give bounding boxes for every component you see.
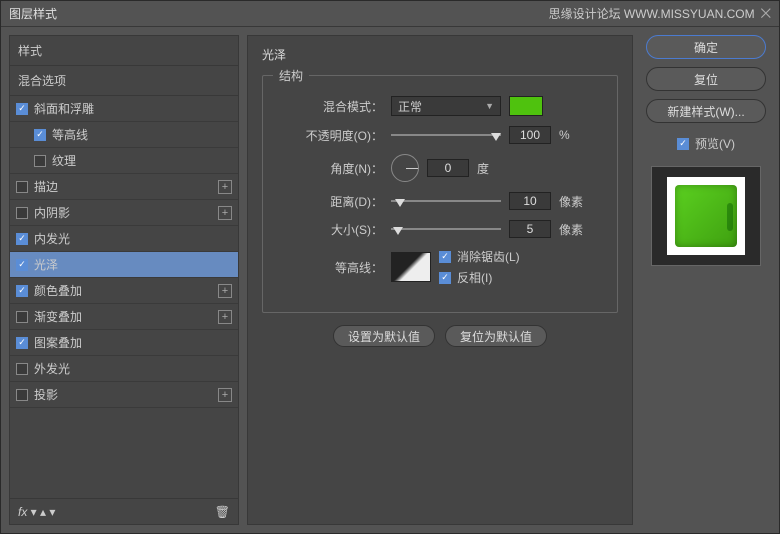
opacity-unit: % xyxy=(559,128,589,142)
style-item-label: 投影 xyxy=(34,386,58,403)
style-item-0[interactable]: ✓ 斜面和浮雕 xyxy=(10,96,238,122)
style-item-label: 渐变叠加 xyxy=(34,308,82,325)
add-icon[interactable]: + xyxy=(218,284,232,298)
new-style-button[interactable]: 新建样式(W)... xyxy=(646,99,766,123)
ok-button[interactable]: 确定 xyxy=(646,35,766,59)
style-item-label: 等高线 xyxy=(52,126,88,143)
distance-label: 距离(D)： xyxy=(273,193,383,210)
preview-thumbnail xyxy=(651,166,761,266)
preview-checkbox[interactable]: ✓ 预览(V) xyxy=(677,135,735,152)
reset-default-button[interactable]: 复位为默认值 xyxy=(445,325,547,347)
size-input[interactable]: 5 xyxy=(509,220,551,238)
invert-checkbox[interactable]: ✓ 反相(I) xyxy=(439,269,520,286)
sidebar-footer: fx ▾ ▴ ▾ 🗑 xyxy=(10,498,238,524)
blend-mode-label: 混合模式： xyxy=(273,98,383,115)
style-item-2[interactable]: 纹理 xyxy=(10,148,238,174)
color-swatch[interactable] xyxy=(509,96,543,116)
close-icon[interactable]: ⨉ xyxy=(761,6,771,22)
styles-sidebar: 样式 混合选项 ✓ 斜面和浮雕 ✓ 等高线纹理描边 + 内阴影 + ✓ 内发光 ✓ 光泽 ✓ 颜色叠加 +… xyxy=(9,35,239,525)
styles-header[interactable]: 样式 xyxy=(10,36,238,66)
contour-picker[interactable] xyxy=(391,252,431,282)
structure-legend: 结构 xyxy=(273,67,309,84)
style-item-5[interactable]: ✓ 内发光 xyxy=(10,226,238,252)
checkbox-icon[interactable]: ✓ xyxy=(34,129,46,141)
style-item-9[interactable]: ✓ 图案叠加 xyxy=(10,330,238,356)
blend-mode-value: 正常 xyxy=(398,98,422,115)
checkbox-icon[interactable] xyxy=(16,363,28,375)
checkbox-icon[interactable] xyxy=(16,181,28,193)
check-icon: ✓ xyxy=(439,272,451,284)
style-item-label: 图案叠加 xyxy=(34,334,82,351)
trash-icon[interactable]: 🗑 xyxy=(215,505,230,519)
size-slider[interactable] xyxy=(391,222,501,236)
checkbox-icon[interactable] xyxy=(16,389,28,401)
add-icon[interactable]: + xyxy=(218,310,232,324)
style-item-label: 内发光 xyxy=(34,230,70,247)
style-item-label: 内阴影 xyxy=(34,204,70,221)
main-area: 样式 混合选项 ✓ 斜面和浮雕 ✓ 等高线纹理描边 + 内阴影 + ✓ 内发光 ✓ 光泽 ✓ 颜色叠加 +… xyxy=(1,27,779,533)
contour-label: 等高线： xyxy=(273,259,383,276)
add-icon[interactable]: + xyxy=(218,388,232,402)
check-icon: ✓ xyxy=(677,138,689,150)
distance-unit: 像素 xyxy=(559,193,589,210)
style-item-label: 描边 xyxy=(34,178,58,195)
preview-label: 预览(V) xyxy=(695,135,735,152)
checkbox-icon[interactable] xyxy=(16,311,28,323)
style-item-10[interactable]: 外发光 xyxy=(10,356,238,382)
checkbox-icon[interactable] xyxy=(34,155,46,167)
style-item-11[interactable]: 投影 + xyxy=(10,382,238,408)
checkbox-icon[interactable]: ✓ xyxy=(16,103,28,115)
checkbox-icon[interactable]: ✓ xyxy=(16,233,28,245)
opacity-slider[interactable] xyxy=(391,128,501,142)
style-item-label: 纹理 xyxy=(52,152,76,169)
style-list: ✓ 斜面和浮雕 ✓ 等高线纹理描边 + 内阴影 + ✓ 内发光 ✓ 光泽 ✓ 颜色叠加 + 渐变叠加 + ✓ 图案… xyxy=(10,96,238,498)
right-column: 确定 复位 新建样式(W)... ✓ 预览(V) xyxy=(641,35,771,525)
angle-label: 角度(N)： xyxy=(273,160,383,177)
blend-mode-dropdown[interactable]: 正常 ▼ xyxy=(391,96,501,116)
style-item-3[interactable]: 描边 + xyxy=(10,174,238,200)
style-item-4[interactable]: 内阴影 + xyxy=(10,200,238,226)
distance-input[interactable]: 10 xyxy=(509,192,551,210)
add-icon[interactable]: + xyxy=(218,206,232,220)
checkbox-icon[interactable]: ✓ xyxy=(16,259,28,271)
opacity-label: 不透明度(O)： xyxy=(273,127,383,144)
style-item-label: 斜面和浮雕 xyxy=(34,100,94,117)
make-default-button[interactable]: 设置为默认值 xyxy=(333,325,435,347)
style-item-label: 光泽 xyxy=(34,256,58,273)
style-item-7[interactable]: ✓ 颜色叠加 + xyxy=(10,278,238,304)
checkbox-icon[interactable]: ✓ xyxy=(16,337,28,349)
settings-panel: 光泽 结构 混合模式： 正常 ▼ 不透明度(O)： 100 % xyxy=(247,35,633,525)
blending-options[interactable]: 混合选项 xyxy=(10,66,238,96)
size-label: 大小(S)： xyxy=(273,221,383,238)
style-item-label: 外发光 xyxy=(34,360,70,377)
layer-style-dialog: 图层样式 思缘设计论坛 WWW.MISSYUAN.COM ⨉ 样式 混合选项 ✓… xyxy=(0,0,780,534)
invert-label: 反相(I) xyxy=(457,269,492,286)
angle-input[interactable]: 0 xyxy=(427,159,469,177)
checkbox-icon[interactable] xyxy=(16,207,28,219)
antialias-label: 消除锯齿(L) xyxy=(457,248,520,265)
angle-unit: 度 xyxy=(477,160,507,177)
size-unit: 像素 xyxy=(559,221,589,238)
structure-group: 结构 混合模式： 正常 ▼ 不透明度(O)： 100 % 角度(N) xyxy=(262,67,618,313)
angle-dial[interactable] xyxy=(391,154,419,182)
add-icon[interactable]: + xyxy=(218,180,232,194)
panel-title: 光泽 xyxy=(262,46,618,63)
watermark-text: 思缘设计论坛 WWW.MISSYUAN.COM xyxy=(549,5,755,22)
style-item-6[interactable]: ✓ 光泽 xyxy=(10,252,238,278)
dialog-title: 图层样式 xyxy=(9,5,57,22)
chevron-down-icon: ▼ xyxy=(485,101,494,111)
cancel-button[interactable]: 复位 xyxy=(646,67,766,91)
checkbox-icon[interactable]: ✓ xyxy=(16,285,28,297)
style-item-label: 颜色叠加 xyxy=(34,282,82,299)
check-icon: ✓ xyxy=(439,251,451,263)
fx-menu[interactable]: fx ▾ ▴ ▾ xyxy=(18,505,55,519)
titlebar: 图层样式 思缘设计论坛 WWW.MISSYUAN.COM ⨉ xyxy=(1,1,779,27)
antialias-checkbox[interactable]: ✓ 消除锯齿(L) xyxy=(439,248,520,265)
distance-slider[interactable] xyxy=(391,194,501,208)
style-item-8[interactable]: 渐变叠加 + xyxy=(10,304,238,330)
opacity-input[interactable]: 100 xyxy=(509,126,551,144)
style-item-1[interactable]: ✓ 等高线 xyxy=(10,122,238,148)
titlebar-right: 思缘设计论坛 WWW.MISSYUAN.COM ⨉ xyxy=(549,5,771,22)
